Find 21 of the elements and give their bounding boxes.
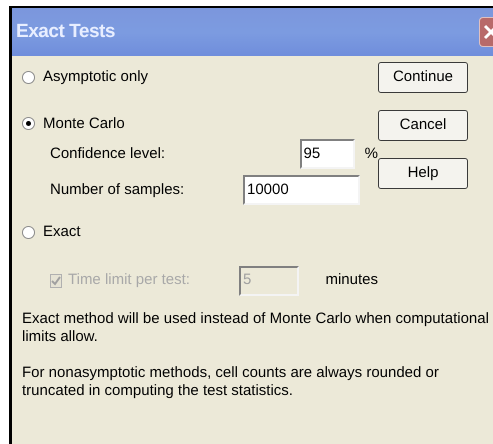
radio-button[interactable]: [22, 70, 35, 84]
dialog-button[interactable]: Continue: [378, 62, 468, 93]
window-title: Exact Tests: [16, 20, 115, 44]
unit-label: %: [364, 144, 378, 164]
input-field[interactable]: 95: [300, 139, 355, 169]
radio-label: Monte Carlo: [43, 114, 125, 134]
unit-label: minutes: [325, 270, 378, 290]
radio-label: Asymptotic only: [43, 67, 148, 87]
close-button[interactable]: [479, 17, 493, 47]
radio-label: Exact: [43, 222, 81, 242]
input-field[interactable]: 10000: [243, 175, 360, 205]
checkbox-label: Time limit per test:: [68, 270, 191, 290]
radio-button[interactable]: [22, 117, 35, 130]
dialog-button[interactable]: Cancel: [378, 110, 468, 141]
field-label: Number of samples:: [50, 180, 186, 200]
info-text: For nonasymptotic methods, cell counts are always rounded or truncated in computing the test statistics.: [22, 364, 440, 400]
close-icon: [483, 24, 493, 40]
field-label: Confidence level:: [50, 144, 166, 164]
radio-button[interactable]: [22, 226, 35, 239]
dialog-button[interactable]: Help: [378, 158, 468, 189]
info-text: Exact method will be used instead of Monte Carlo when computational limits allow.: [22, 310, 490, 346]
